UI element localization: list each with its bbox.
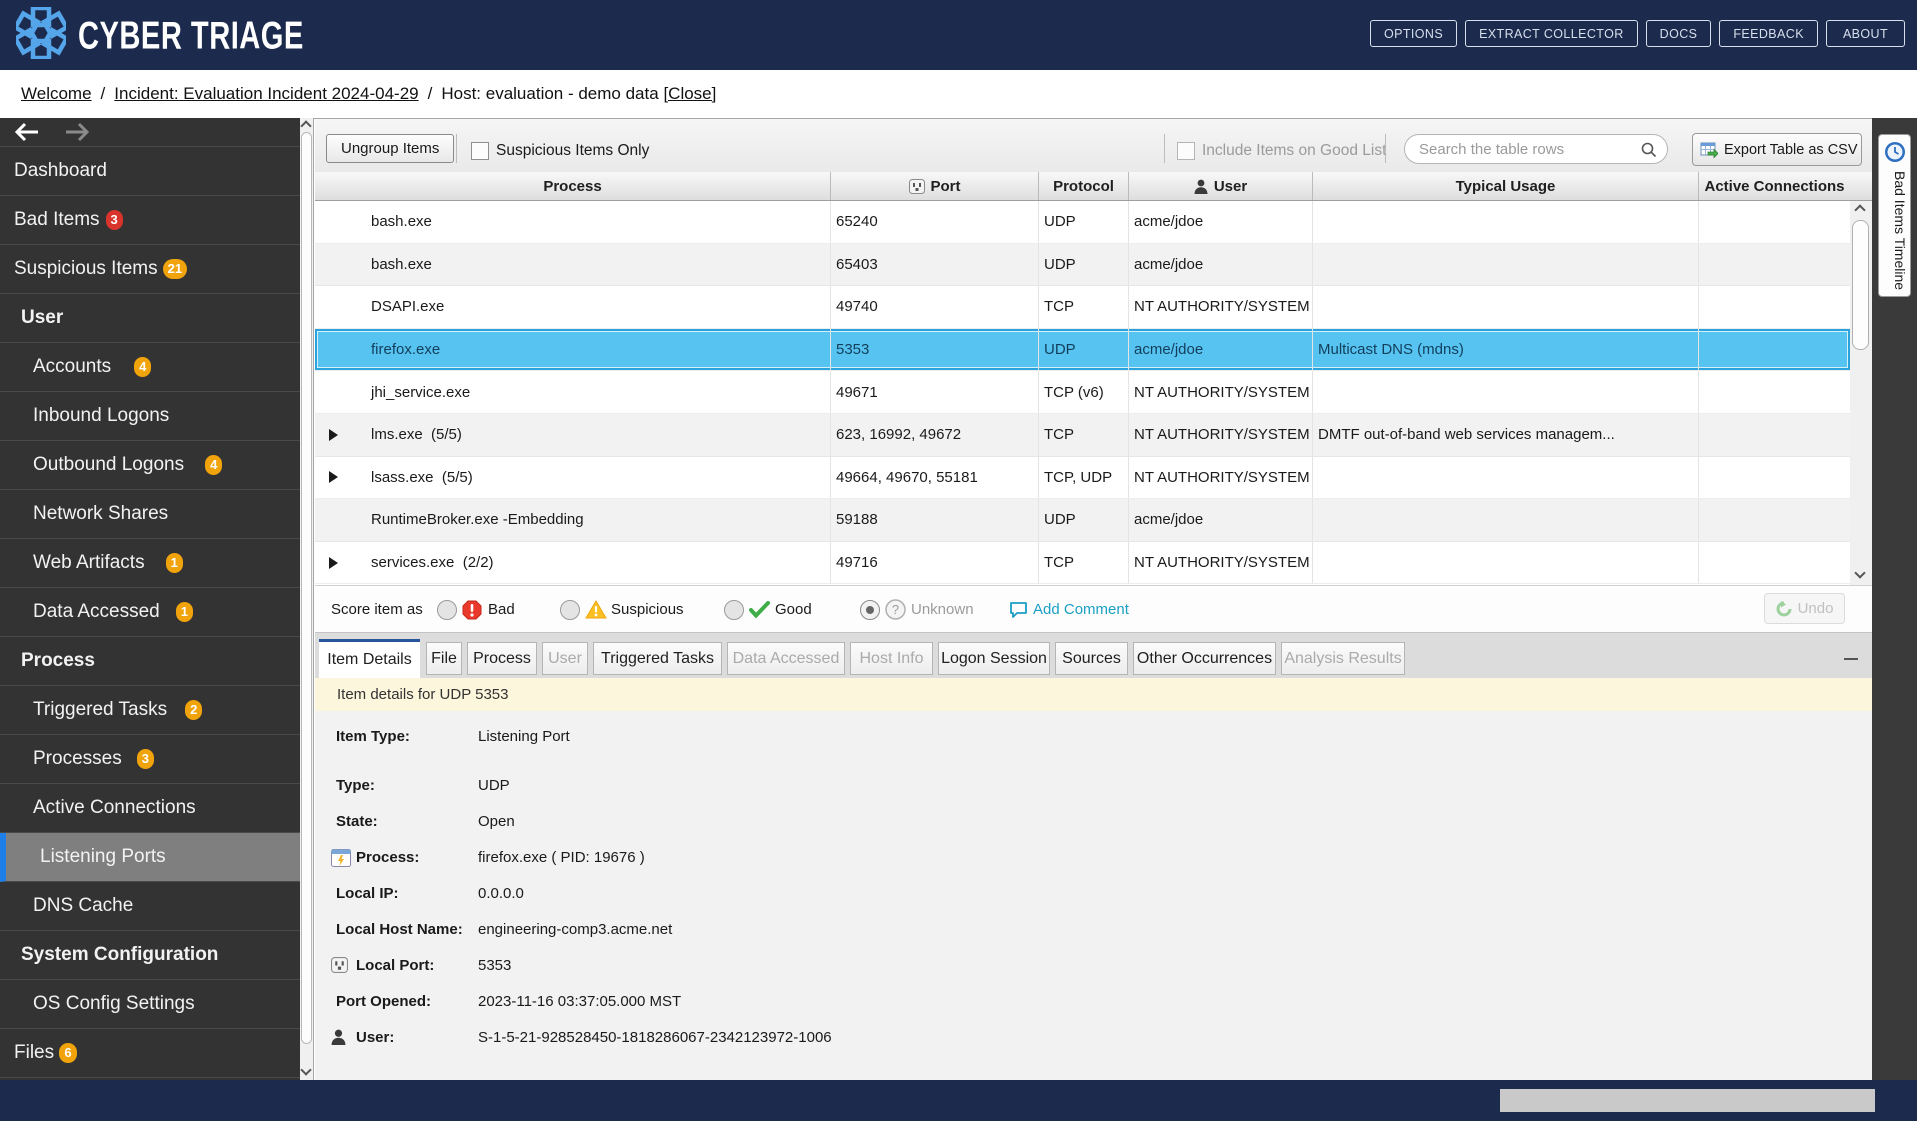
svg-text:?: ?	[892, 602, 899, 617]
